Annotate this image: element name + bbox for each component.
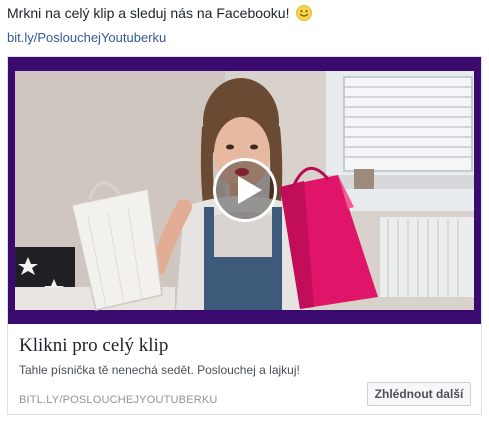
smiley-emoji-icon — [296, 5, 313, 21]
card-title[interactable]: Klikni pro celý klip — [19, 335, 168, 357]
video-thumbnail[interactable] — [8, 57, 481, 324]
watch-more-button[interactable]: Zhlédnout další — [367, 382, 471, 406]
post-link[interactable]: bit.ly/PoslouchejYoutuberku — [7, 30, 166, 45]
post-message: Mrkni na celý klip a sleduj nás na Faceb… — [7, 5, 313, 21]
card-domain: BITL.LY/POSLOUCHEJYOUTUBERKU — [19, 394, 218, 406]
play-button[interactable] — [213, 158, 277, 222]
card-description: Tahle písnička tě nenechá sedět. Poslouc… — [19, 363, 300, 377]
card-details[interactable]: Klikni pro celý klip Tahle písnička tě n… — [8, 324, 481, 414]
link-preview-card[interactable]: Klikni pro celý klip Tahle písnička tě n… — [7, 56, 482, 415]
play-icon — [238, 176, 262, 204]
post-message-text: Mrkni na celý klip a sleduj nás na Faceb… — [7, 5, 290, 21]
